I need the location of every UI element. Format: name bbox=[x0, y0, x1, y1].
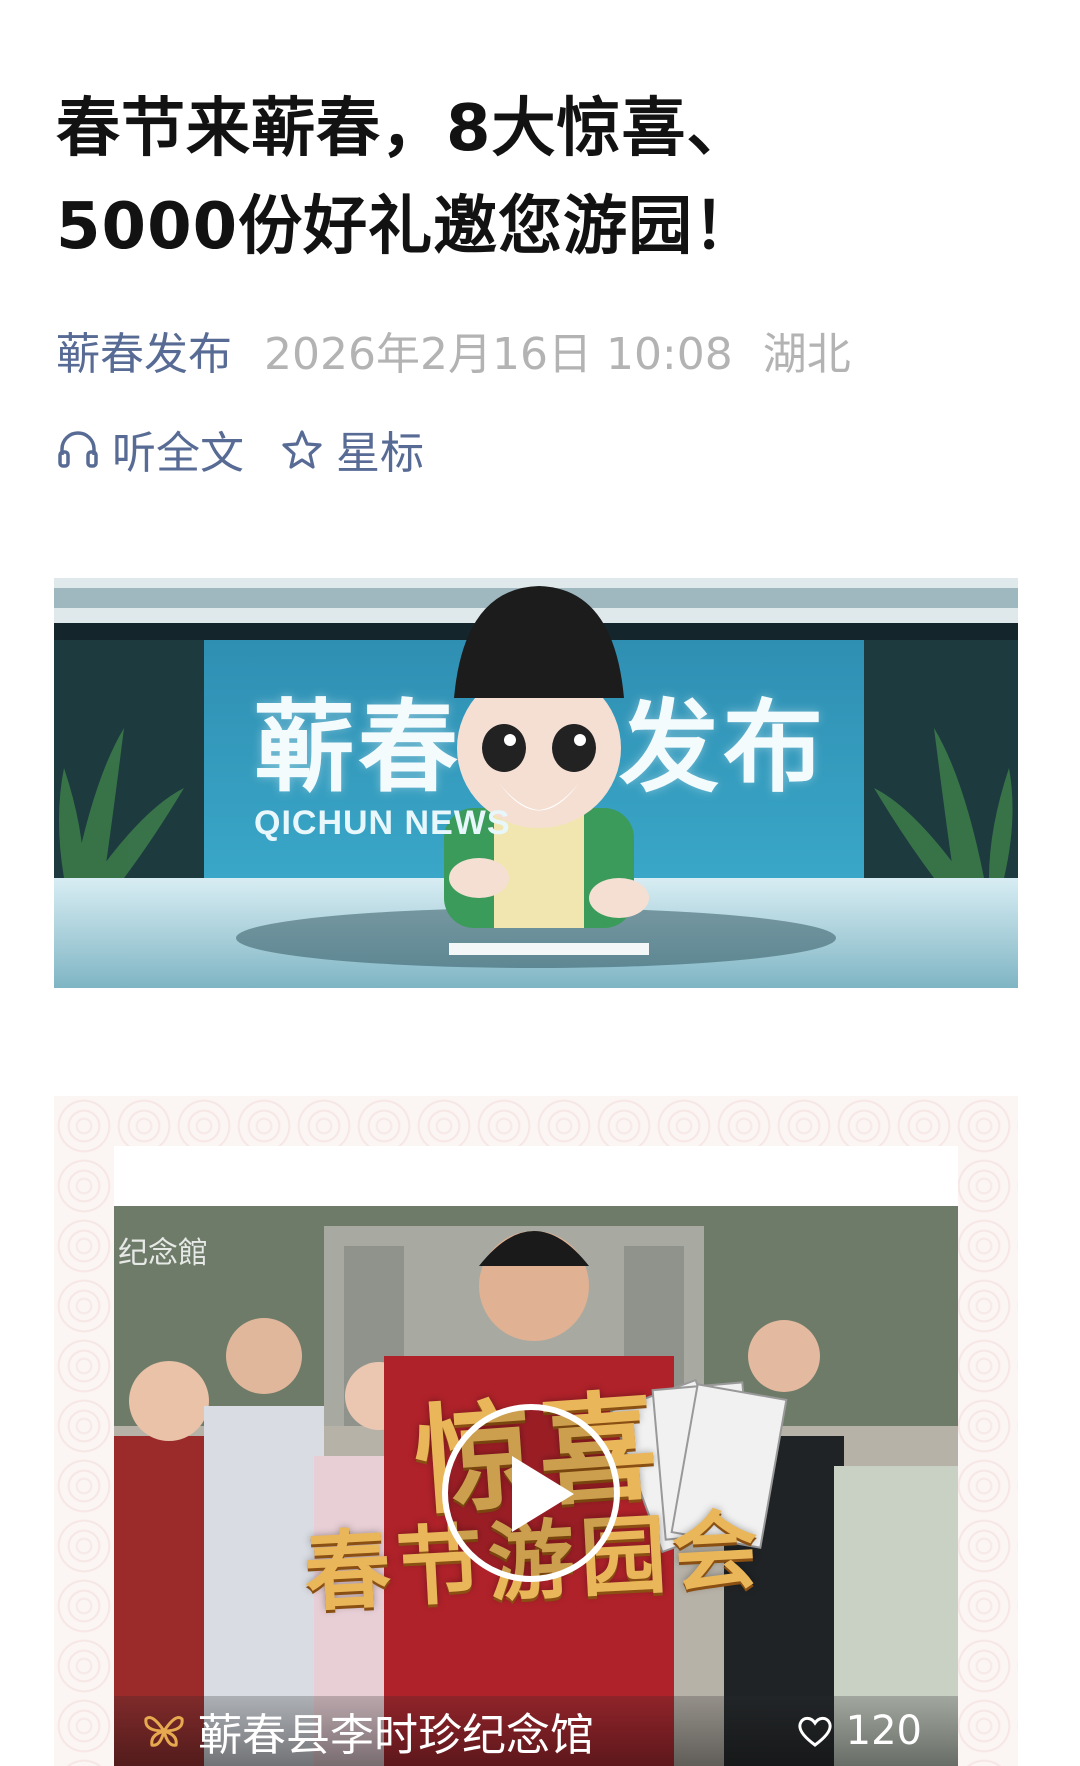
play-button[interactable] bbox=[442, 1404, 620, 1582]
star-label: 星标 bbox=[336, 428, 424, 479]
like-button[interactable]: 120 bbox=[796, 1708, 922, 1754]
headphones-icon bbox=[58, 431, 98, 468]
banner-image[interactable]: 蕲春 发布 QICHUN NEWS bbox=[54, 578, 1018, 988]
author-link[interactable]: 蕲春发布 bbox=[56, 320, 232, 390]
article-meta: 蕲春发布 2026年2月16日 10:08 湖北 bbox=[56, 320, 851, 390]
article-title: 春节来蕲春，8大惊喜、 5000份好礼邀您游园！ bbox=[56, 80, 956, 276]
channel-name[interactable]: 蕲春县李时珍纪念馆 bbox=[198, 1699, 594, 1763]
video-info-bar: 蕲春县李时珍纪念馆 120 bbox=[114, 1696, 958, 1766]
video-watermark: 纪念館 bbox=[118, 1236, 208, 1271]
article-title-line-1: 春节来蕲春，8大惊喜、 bbox=[56, 92, 752, 166]
butterfly-icon bbox=[144, 1716, 184, 1747]
publish-location: 湖北 bbox=[762, 329, 851, 380]
banner-title-right: 发布 bbox=[619, 692, 827, 804]
star-icon bbox=[282, 430, 322, 469]
banner-subtitle: QICHUN NEWS bbox=[254, 804, 511, 842]
star-button[interactable]: 星标 bbox=[280, 417, 424, 481]
video-card: 纪念館 惊喜 春节游园会 蕲春县李时珍纪念馆 120 bbox=[54, 1096, 1018, 1766]
video-thumbnail[interactable]: 纪念館 惊喜 春节游园会 蕲春县李时珍纪念馆 120 bbox=[114, 1206, 958, 1766]
article-title-line-2: 5000份好礼邀您游园！ bbox=[56, 190, 759, 264]
like-count: 120 bbox=[845, 1708, 922, 1754]
listen-button[interactable]: 听全文 bbox=[56, 417, 244, 481]
article-actions: 听全文 星标 bbox=[56, 414, 460, 484]
heart-icon bbox=[797, 1716, 832, 1747]
publish-date: 2026年2月16日 10:08 bbox=[264, 329, 733, 380]
video-container: 纪念館 惊喜 春节游园会 蕲春县李时珍纪念馆 120 bbox=[114, 1146, 958, 1766]
play-icon bbox=[512, 1456, 574, 1532]
listen-label: 听全文 bbox=[112, 428, 244, 479]
banner-scene bbox=[54, 578, 1018, 988]
banner-title-left: 蕲春 bbox=[254, 692, 462, 804]
